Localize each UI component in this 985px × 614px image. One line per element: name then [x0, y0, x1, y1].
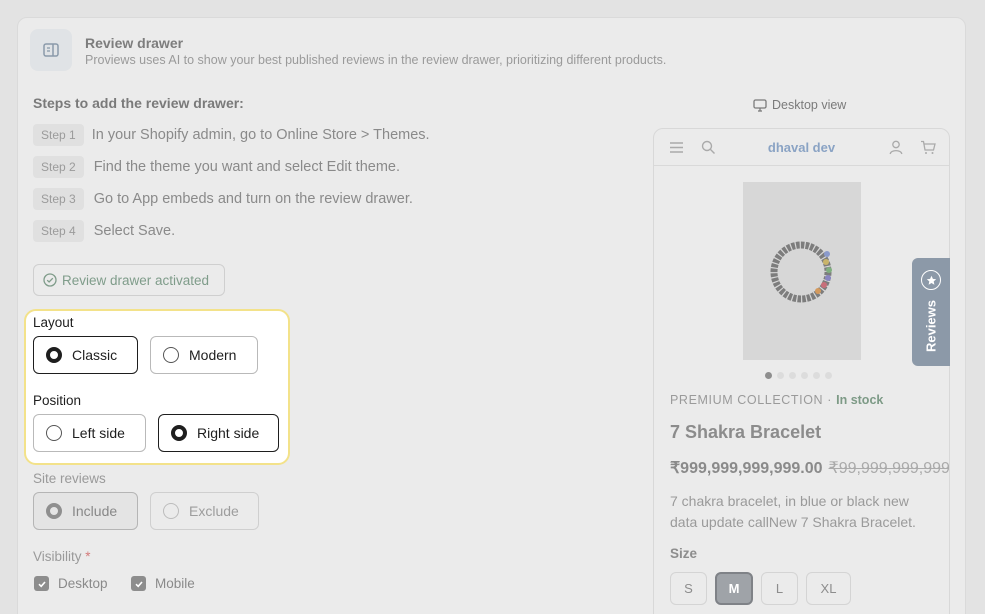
position-option-left[interactable]: Left side — [33, 414, 146, 452]
product-price: ₹999,999,999,999.00 — [670, 460, 823, 477]
visibility-desktop-checkbox[interactable]: Desktop — [34, 576, 108, 591]
reviews-tab-label: Reviews — [923, 299, 939, 353]
required-mark: * — [85, 549, 91, 564]
checkbox-checked-icon — [34, 576, 49, 591]
step-badge: Step 2 — [33, 156, 84, 178]
radio-unselected-icon — [163, 503, 179, 519]
store-name: dhaval dev — [767, 140, 836, 155]
desktop-view-toggle[interactable]: Desktop view — [753, 98, 846, 112]
drawer-activated-badge[interactable]: Review drawer activated — [33, 264, 225, 296]
step-text: Select Save. — [93, 223, 176, 239]
reviews-drawer-tab[interactable]: Reviews — [912, 258, 950, 366]
step-item: Step 1 In your Shopify admin, go to Onli… — [33, 124, 430, 146]
bracelet-image — [743, 182, 861, 360]
size-options: S M L XL — [670, 572, 851, 605]
radio-selected-icon — [171, 425, 187, 441]
size-option-xl[interactable]: XL — [806, 572, 851, 605]
position-label: Position — [33, 393, 82, 408]
star-icon — [921, 270, 941, 290]
step-item: Step 2 Find the theme you want and selec… — [33, 156, 400, 178]
position-option-right[interactable]: Right side — [158, 414, 279, 452]
option-label: Modern — [189, 347, 237, 363]
page-subtitle: Proviews uses AI to show your best publi… — [85, 53, 667, 67]
account-icon — [889, 140, 903, 155]
step-text: Find the theme you want and select Edit … — [93, 159, 400, 175]
carousel-dot[interactable] — [765, 372, 772, 379]
compare-price: ₹99,999,999,999.00 — [828, 460, 950, 477]
carousel-dot[interactable] — [813, 372, 820, 379]
layout-option-modern[interactable]: Modern — [150, 336, 258, 374]
checkbox-label: Desktop — [58, 576, 108, 591]
step-badge: Step 1 — [33, 124, 84, 146]
carousel-dot[interactable] — [801, 372, 808, 379]
drawer-icon — [30, 29, 72, 71]
visibility-label: Visibility * — [33, 549, 91, 564]
layout-option-classic[interactable]: Classic — [33, 336, 138, 374]
layout-label: Layout — [33, 315, 74, 330]
carousel-dot[interactable] — [789, 372, 796, 379]
drawer-activated-label: Review drawer activated — [62, 272, 210, 288]
size-label: Size — [670, 546, 698, 561]
product-description: 7 chakra bracelet, in blue or black new … — [670, 493, 916, 530]
desktop-view-label: Desktop view — [772, 98, 847, 112]
option-label: Classic — [72, 347, 118, 363]
size-option-m[interactable]: M — [715, 572, 753, 605]
preview-navbar: dhaval dev — [654, 129, 949, 166]
stock-status: In stock — [836, 393, 884, 407]
carousel-dot[interactable] — [825, 372, 832, 379]
radio-unselected-icon — [46, 425, 62, 441]
product-name: 7 Shakra Bracelet — [670, 422, 822, 442]
step-text: In your Shopify admin, go to Online Stor… — [91, 127, 430, 143]
carousel-dot[interactable] — [777, 372, 784, 379]
step-item: Step 3 Go to App embeds and turn on the … — [33, 188, 413, 210]
option-label: Left side — [72, 425, 125, 441]
radio-unselected-icon — [163, 347, 179, 363]
check-circle-icon — [43, 273, 57, 287]
site-reviews-exclude[interactable]: Exclude — [150, 492, 259, 530]
monitor-icon — [753, 98, 767, 112]
size-option-s[interactable]: S — [670, 572, 707, 605]
option-label: Include — [72, 503, 118, 519]
site-reviews-label: Site reviews — [33, 471, 106, 486]
option-label: Right side — [197, 425, 260, 441]
separator: · — [827, 393, 833, 407]
radio-selected-icon — [46, 347, 62, 363]
storefront-preview: dhaval dev PREMIUM COLLECTION · In stock… — [653, 128, 950, 614]
product-image[interactable] — [743, 182, 861, 360]
cart-icon — [921, 140, 936, 154]
step-text: Go to App embeds and turn on the review … — [93, 191, 413, 207]
step-item: Step 4 Select Save. — [33, 220, 175, 242]
step-badge: Step 4 — [33, 220, 84, 242]
option-label: Exclude — [189, 503, 239, 519]
product-collection: PREMIUM COLLECTION · In stock — [670, 393, 884, 407]
image-carousel-dots[interactable] — [765, 372, 832, 379]
checkbox-checked-icon — [131, 576, 146, 591]
steps-title: Steps to add the review drawer: — [33, 95, 244, 111]
product-prices: ₹999,999,999,999.00 ₹99,999,999,999.00 — [670, 458, 950, 478]
checkbox-label: Mobile — [155, 576, 195, 591]
page-title: Review drawer — [85, 35, 184, 51]
visibility-mobile-checkbox[interactable]: Mobile — [131, 576, 195, 591]
site-reviews-include[interactable]: Include — [33, 492, 138, 530]
step-badge: Step 3 — [33, 188, 84, 210]
radio-selected-icon — [46, 503, 62, 519]
size-option-l[interactable]: L — [761, 572, 798, 605]
